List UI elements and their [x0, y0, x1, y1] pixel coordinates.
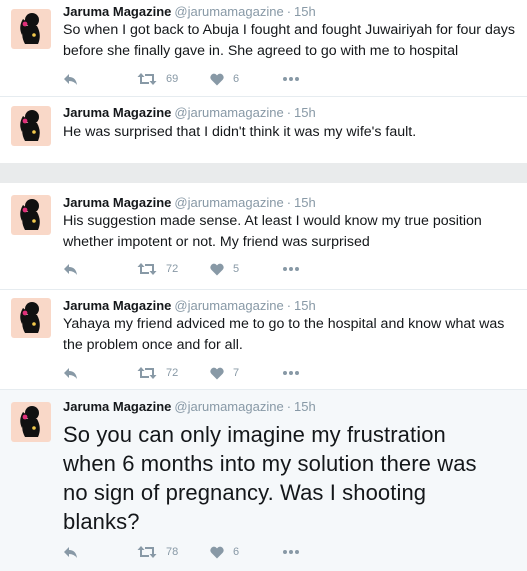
- more-button[interactable]: [282, 71, 300, 87]
- tweet[interactable]: Jaruma Magazine @jarumamagazine · 15h He wa…: [0, 96, 527, 164]
- avatar[interactable]: [11, 9, 51, 49]
- separator-dot: ·: [286, 399, 292, 414]
- retweet-icon: [137, 367, 157, 379]
- separator-dot: ·: [286, 4, 292, 19]
- retweet-button[interactable]: 72: [137, 261, 178, 277]
- retweet-button[interactable]: 69: [137, 71, 178, 87]
- tweet-card: Jaruma Magazine @jarumamagazine · 15h His s…: [0, 183, 527, 571]
- heart-icon: [210, 367, 224, 379]
- retweet-count: 69: [166, 73, 179, 85]
- author-handle[interactable]: @jarumamagazine: [174, 195, 283, 210]
- tweet-header: Jaruma Magazine @jarumamagazine · 15h: [63, 4, 316, 20]
- tweet-text: He was surprised that I didn't think it …: [63, 124, 417, 140]
- avatar-image: [20, 406, 40, 437]
- avatar[interactable]: [11, 298, 51, 338]
- author-handle[interactable]: @jarumamagazine: [174, 4, 283, 19]
- more-icon: [283, 371, 299, 375]
- more-icon: [283, 77, 299, 81]
- author-handle[interactable]: @jarumamagazine: [174, 298, 283, 313]
- retweet-count: 78: [166, 546, 179, 558]
- tweet[interactable]: Jaruma Magazine @jarumamagazine · 15h So wh…: [0, 0, 527, 95]
- like-count: 7: [233, 367, 240, 379]
- tweet-header: Jaruma Magazine @jarumamagazine · 15h: [63, 105, 316, 121]
- avatar-image: [20, 110, 40, 141]
- reply-icon: [64, 368, 77, 379]
- tweet-highlighted[interactable]: Jaruma Magazine @jarumamagazine · 15h So yo…: [0, 389, 527, 571]
- tweet-text: His suggestion made sense. At least I wo…: [63, 213, 482, 250]
- timestamp[interactable]: 15h: [294, 4, 316, 19]
- more-icon: [283, 267, 299, 271]
- reply-button[interactable]: [63, 261, 78, 277]
- timestamp[interactable]: 15h: [294, 298, 316, 313]
- tweet-actions: 78 6: [63, 544, 383, 560]
- separator-dot: ·: [286, 298, 292, 313]
- avatar[interactable]: [11, 402, 51, 442]
- avatar-image: [20, 199, 40, 230]
- heart-icon: [210, 263, 224, 275]
- reply-button[interactable]: [63, 365, 78, 381]
- reply-icon: [64, 547, 77, 558]
- tweet-header: Jaruma Magazine @jarumamagazine · 15h: [63, 298, 316, 314]
- timestamp[interactable]: 15h: [294, 399, 316, 414]
- avatar-image: [20, 302, 40, 333]
- more-button[interactable]: [282, 261, 300, 277]
- tweet-text: Yahaya my friend adviced me to go to the…: [63, 316, 505, 353]
- tweet-header: Jaruma Magazine @jarumamagazine · 15h: [63, 195, 316, 211]
- reply-button[interactable]: [63, 544, 78, 560]
- reply-button[interactable]: [63, 71, 78, 87]
- retweet-button[interactable]: 72: [137, 365, 178, 381]
- like-count: 5: [233, 263, 240, 275]
- author-name[interactable]: Jaruma Magazine: [63, 4, 171, 19]
- tweet-text: So you can only imagine my frustration w…: [63, 422, 477, 534]
- like-button[interactable]: 6: [210, 71, 239, 87]
- tweet-card: Jaruma Magazine @jarumamagazine · 15h So wh…: [0, 0, 527, 163]
- like-count: 6: [233, 73, 240, 85]
- retweet-count: 72: [166, 263, 179, 275]
- retweet-icon: [137, 73, 157, 85]
- like-button[interactable]: 5: [210, 261, 239, 277]
- tweet-header: Jaruma Magazine @jarumamagazine · 15h: [63, 399, 316, 415]
- retweet-icon: [137, 546, 157, 558]
- tweet-actions: 72 5: [63, 261, 383, 277]
- avatar[interactable]: [11, 195, 51, 235]
- more-icon: [283, 550, 299, 554]
- tweet-text: So when I got back to Abuja I fought and…: [63, 22, 515, 59]
- more-button[interactable]: [282, 365, 300, 381]
- heart-icon: [210, 546, 224, 558]
- separator-dot: ·: [286, 105, 292, 120]
- reply-icon: [64, 264, 77, 275]
- like-count: 6: [233, 546, 240, 558]
- author-name[interactable]: Jaruma Magazine: [63, 399, 171, 414]
- retweet-button[interactable]: 78: [137, 544, 178, 560]
- author-name[interactable]: Jaruma Magazine: [63, 105, 171, 120]
- more-button[interactable]: [282, 544, 300, 560]
- heart-icon: [210, 73, 224, 85]
- like-button[interactable]: 7: [210, 365, 239, 381]
- reply-icon: [64, 74, 77, 85]
- avatar-image: [20, 13, 40, 44]
- author-handle[interactable]: @jarumamagazine: [174, 105, 283, 120]
- tweet[interactable]: Jaruma Magazine @jarumamagazine · 15h Yahay…: [0, 289, 527, 390]
- tweet[interactable]: Jaruma Magazine @jarumamagazine · 15h His s…: [0, 183, 527, 286]
- tweet-actions: 69 6: [63, 71, 383, 87]
- like-button[interactable]: 6: [210, 544, 239, 560]
- separator-dot: ·: [286, 195, 292, 210]
- avatar[interactable]: [11, 106, 51, 146]
- author-name[interactable]: Jaruma Magazine: [63, 195, 171, 210]
- timestamp[interactable]: 15h: [294, 195, 316, 210]
- tweet-actions: 72 7: [63, 365, 383, 381]
- author-handle[interactable]: @jarumamagazine: [174, 399, 283, 414]
- retweet-count: 72: [166, 367, 179, 379]
- timestamp[interactable]: 15h: [294, 105, 316, 120]
- author-name[interactable]: Jaruma Magazine: [63, 298, 171, 313]
- retweet-icon: [137, 263, 157, 275]
